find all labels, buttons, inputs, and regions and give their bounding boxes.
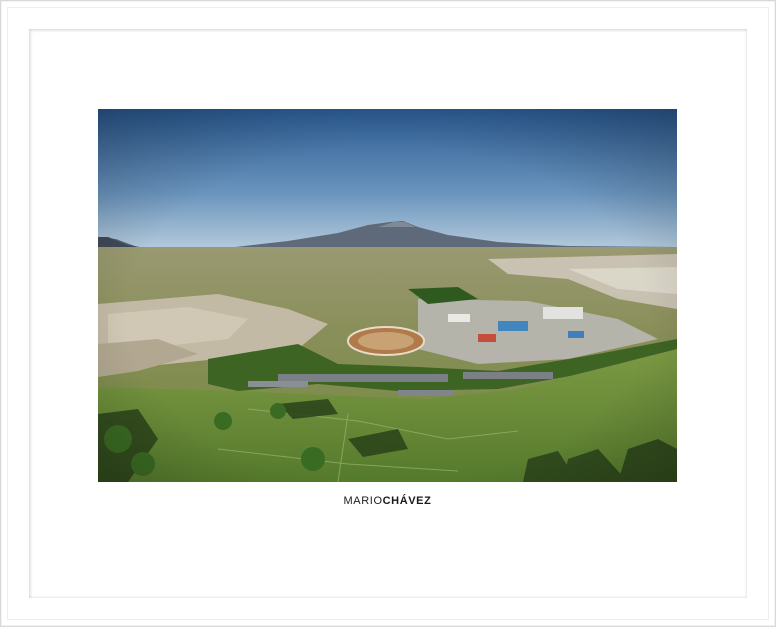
signature-first-name: MARIO xyxy=(343,495,383,507)
photographer-signature: MARIOCHÁVEZ xyxy=(98,495,677,507)
picture-frame: MARIOCHÁVEZ xyxy=(0,0,776,627)
signature-last-name: CHÁVEZ xyxy=(382,495,432,507)
aerial-photograph xyxy=(98,109,677,482)
